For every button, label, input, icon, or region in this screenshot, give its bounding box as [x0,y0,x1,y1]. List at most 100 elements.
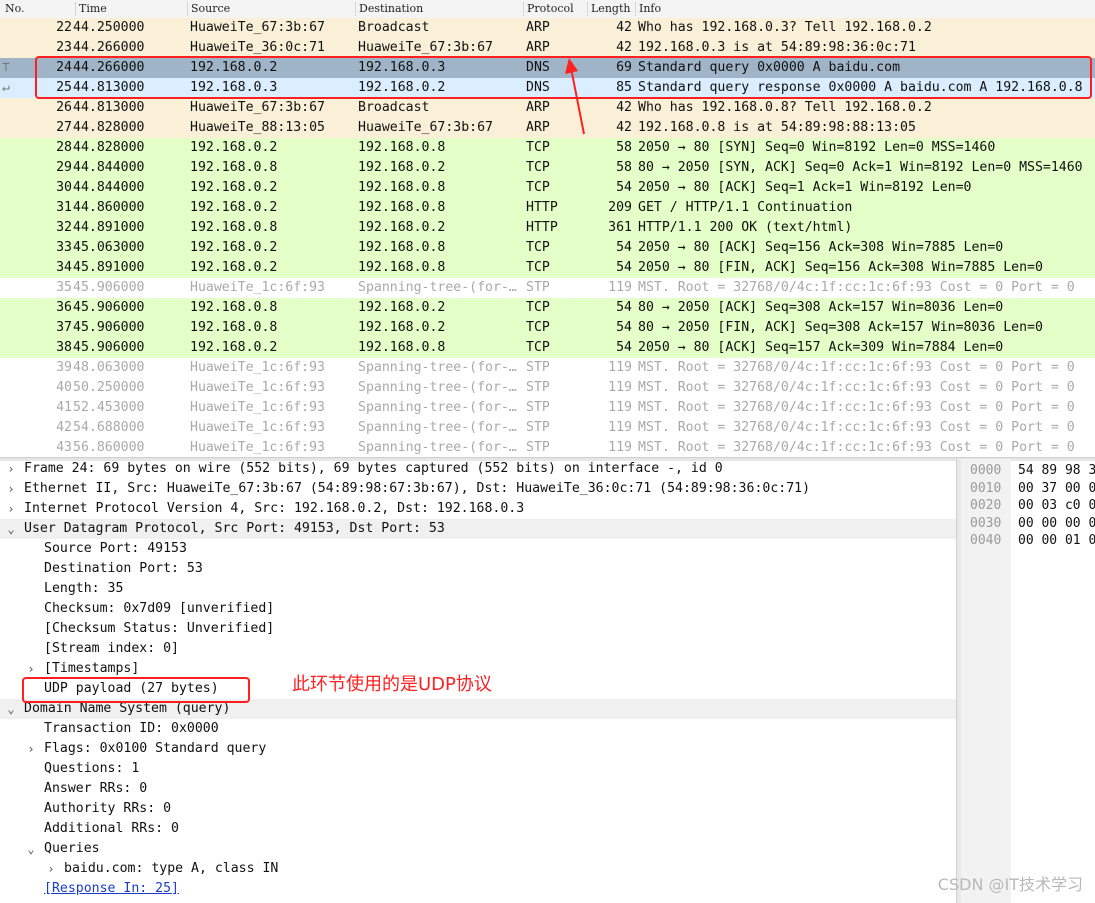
packet-proto: TCP [526,260,550,275]
packet-row[interactable]: 26 44.813000 HuaweiTe_67:3b:67 Broadcast ARP… [0,98,1095,118]
packet-row[interactable]: 39 48.063000 HuaweiTe_1c:6f:93 Spanning-tre… [0,358,1095,378]
bytes-row[interactable]: 0010 00 37 00 0 [961,480,1095,497]
detail-row[interactable]: Source Port: 49153 [0,539,956,559]
bytes-hex: 00 03 c0 0 [1018,498,1095,513]
detail-row[interactable]: › Internet Protocol Version 4, Src: 192.1… [0,499,956,519]
detail-row[interactable]: › Frame 24: 69 bytes on wire (552 bits), … [0,459,956,479]
packet-row[interactable]: 22 44.250000 HuaweiTe_67:3b:67 Broadcast ARP… [0,18,1095,38]
collapse-arrow-icon[interactable]: ⌄ [24,839,38,859]
bytes-offset: 0020 [970,498,1002,513]
detail-row[interactable]: Destination Port: 53 [0,559,956,579]
packet-bytes-pane[interactable]: 0000 54 89 98 3 0010 00 37 00 0 0020 00 03 c0… [961,459,1095,903]
detail-row[interactable]: [Stream index: 0] [0,639,956,659]
expand-arrow-icon[interactable]: › [24,739,38,759]
packet-src: 192.168.0.2 [190,340,278,355]
response-link[interactable]: [Response In: 25] [44,879,179,899]
packet-dst: Spanning-tree-(for-… [358,380,517,395]
packet-info: 2050 → 80 [SYN] Seq=0 Win=8192 Len=0 MSS… [638,140,996,155]
packet-proto: ARP [526,20,550,35]
packet-src: 192.168.0.8 [190,300,278,315]
detail-row[interactable]: Authority RRs: 0 [0,799,956,819]
bytes-row[interactable]: 0020 00 03 c0 0 [961,497,1095,514]
packet-info: MST. Root = 32768/0/4c:1f:cc:1c:6f:93 Co… [638,420,1075,435]
packet-time: 45.906000 [73,320,145,335]
detail-row[interactable]: Questions: 1 [0,759,956,779]
packet-row[interactable]: 27 44.828000 HuaweiTe_88:13:05 HuaweiTe_67:… [0,118,1095,138]
detail-row[interactable]: Length: 35 [0,579,956,599]
expand-arrow-icon[interactable]: › [44,859,58,879]
packet-row[interactable]: 32 44.891000 192.168.0.8 192.168.0.2 HTTP 361… [0,218,1095,238]
packet-proto: TCP [526,180,550,195]
packet-proto: TCP [526,300,550,315]
detail-text: User Datagram Protocol, Src Port: 49153,… [24,521,445,536]
expand-arrow-icon[interactable]: › [4,499,18,519]
packet-time: 45.906000 [73,280,145,295]
col-header-source[interactable]: Source [187,2,356,16]
packet-row[interactable]: 28 44.828000 192.168.0.2 192.168.0.8 TCP 58 20… [0,138,1095,158]
col-header-length[interactable]: Length [587,2,636,16]
bytes-row[interactable]: 0030 00 00 00 0 [961,515,1095,532]
packet-no: 34 [56,260,72,275]
packet-row[interactable]: 42 54.688000 HuaweiTe_1c:6f:93 Spanning-tre… [0,418,1095,438]
packet-len: 58 [616,140,632,155]
packet-row[interactable]: 40 50.250000 HuaweiTe_1c:6f:93 Spanning-tre… [0,378,1095,398]
packet-row[interactable]: 29 44.844000 192.168.0.8 192.168.0.2 TCP 58 80… [0,158,1095,178]
detail-row[interactable]: [Checksum Status: Unverified] [0,619,956,639]
detail-row[interactable]: Transaction ID: 0x0000 [0,719,956,739]
detail-text: Source Port: 49153 [44,541,187,556]
detail-text: Additional RRs: 0 [44,821,179,836]
bytes-row[interactable]: 0000 54 89 98 3 [961,462,1095,479]
col-header-no[interactable]: No. [2,2,73,16]
packet-row[interactable]: 23 44.266000 HuaweiTe_36:0c:71 HuaweiTe_67:… [0,38,1095,58]
packet-row[interactable]: 33 45.063000 192.168.0.2 192.168.0.8 TCP 54 20… [0,238,1095,258]
packet-row[interactable]: 31 44.860000 192.168.0.2 192.168.0.8 HTTP 209… [0,198,1095,218]
packet-time: 45.063000 [73,240,145,255]
bytes-row[interactable]: 0040 00 00 01 0 [961,532,1095,549]
packet-info: MST. Root = 32768/0/4c:1f:cc:1c:6f:93 Co… [638,360,1075,375]
col-header-protocol[interactable]: Protocol [523,2,587,16]
detail-text: Checksum: 0x7d09 [unverified] [44,601,275,616]
packet-info: GET / HTTP/1.1 Continuation [638,200,853,215]
detail-row[interactable]: › Ethernet II, Src: HuaweiTe_67:3b:67 (54… [0,479,956,499]
packet-row[interactable]: 36 45.906000 192.168.0.8 192.168.0.2 TCP 54 80… [0,298,1095,318]
packet-row[interactable]: 30 44.844000 192.168.0.2 192.168.0.8 TCP 54 20… [0,178,1095,198]
col-header-info[interactable]: Info [635,2,1095,16]
expand-arrow-icon[interactable]: › [4,479,18,499]
expand-arrow-icon[interactable]: › [24,659,38,679]
packet-len: 42 [616,40,632,55]
expand-arrow-icon[interactable]: › [4,459,18,479]
detail-row[interactable]: ⌄ Queries [0,839,956,859]
packet-time: 44.828000 [73,120,145,135]
packet-row[interactable]: 41 52.453000 HuaweiTe_1c:6f:93 Spanning-tre… [0,398,1095,418]
packet-src: 192.168.0.8 [190,320,278,335]
packet-row[interactable]: 34 45.891000 192.168.0.2 192.168.0.8 TCP 54 20… [0,258,1095,278]
detail-text: Questions: 1 [44,761,140,776]
packet-row[interactable]: 38 45.906000 192.168.0.2 192.168.0.8 TCP 54 20… [0,338,1095,358]
packet-len: 54 [616,180,632,195]
detail-row[interactable]: › baidu.com: type A, class IN [0,859,956,879]
detail-row[interactable]: [Response In: 25] [0,879,956,899]
packet-len: 209 [608,200,632,215]
detail-row[interactable]: Additional RRs: 0 [0,819,956,839]
col-header-time[interactable]: Time [75,2,189,16]
packet-time: 45.906000 [73,340,145,355]
packet-dst: Broadcast [358,20,430,35]
detail-row[interactable]: Answer RRs: 0 [0,779,956,799]
packet-dst: 192.168.0.2 [358,320,446,335]
collapse-arrow-icon[interactable]: ⌄ [4,699,18,719]
packet-info: 80 → 2050 [SYN, ACK] Seq=0 Ack=1 Win=819… [638,160,1083,175]
detail-text: Ethernet II, Src: HuaweiTe_67:3b:67 (54:… [24,481,811,496]
col-header-destination[interactable]: Destination [355,2,524,16]
packet-no: 35 [56,280,72,295]
detail-row[interactable]: Checksum: 0x7d09 [unverified] [0,599,956,619]
packet-src: HuaweiTe_88:13:05 [190,120,325,135]
packet-src: HuaweiTe_1c:6f:93 [190,380,325,395]
udp-payload-highlight-box [22,677,250,703]
packet-row[interactable]: 35 45.906000 HuaweiTe_1c:6f:93 Spanning-tre… [0,278,1095,298]
collapse-arrow-icon[interactable]: ⌄ [4,519,18,539]
detail-row[interactable]: ⌄ User Datagram Protocol, Src Port: 49153… [0,519,956,539]
packet-time: 44.844000 [73,180,145,195]
packet-row[interactable]: 43 56.860000 HuaweiTe_1c:6f:93 Spanning-tre… [0,438,1095,458]
packet-row[interactable]: 37 45.906000 192.168.0.8 192.168.0.2 TCP 54 80… [0,318,1095,338]
detail-row[interactable]: › Flags: 0x0100 Standard query [0,739,956,759]
